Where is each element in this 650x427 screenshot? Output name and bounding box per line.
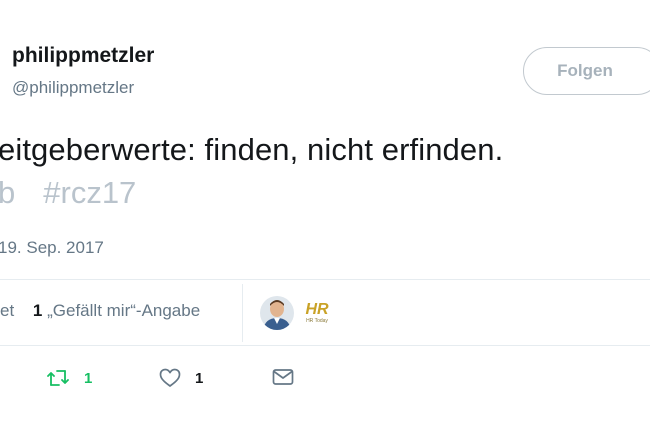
liker-avatar-hr-today[interactable]: HR HR Today: [298, 296, 336, 330]
tweet-text-line2: b #rcz17: [0, 175, 136, 211]
divider: [0, 345, 650, 346]
tweet-text: eitgeberwerte: finden, nicht erfinden.: [0, 132, 504, 167]
heart-icon: [159, 368, 181, 387]
hr-today-logo-icon: HR HR Today: [298, 296, 336, 330]
likes-count: 1: [32, 301, 43, 320]
user-handle[interactable]: @philippmetzler: [12, 78, 134, 98]
user-display-name[interactable]: philippmetzler: [12, 44, 154, 68]
person-avatar-icon: [260, 296, 294, 330]
direct-message-button[interactable]: [272, 368, 294, 386]
tweet-text-fragment[interactable]: b: [0, 175, 15, 210]
hr-logo-subtext: HR Today: [306, 318, 328, 324]
follow-button[interactable]: Folgen: [523, 47, 650, 95]
tweet-stats: et 1 „Gefällt mir“-Angabe: [0, 301, 200, 321]
envelope-icon: [272, 369, 294, 385]
hashtag-link[interactable]: #rcz17: [43, 175, 136, 210]
retweets-stat-label[interactable]: et: [0, 301, 14, 320]
like-button[interactable]: 1: [159, 368, 203, 388]
likes-stat[interactable]: 1 „Gefällt mir“-Angabe: [33, 301, 200, 320]
retweet-icon: [47, 370, 69, 386]
stats-divider: [242, 284, 243, 342]
retweet-count: 1: [84, 369, 93, 387]
divider: [0, 279, 650, 280]
liker-avatar[interactable]: [260, 296, 294, 330]
likes-label: „Gefällt mir“-Angabe: [47, 301, 201, 320]
hr-logo-text: HR: [305, 301, 329, 318]
like-count: 1: [195, 369, 204, 387]
tweet-timestamp[interactable]: 19. Sep. 2017: [0, 238, 104, 258]
retweet-button[interactable]: 1: [46, 368, 92, 388]
